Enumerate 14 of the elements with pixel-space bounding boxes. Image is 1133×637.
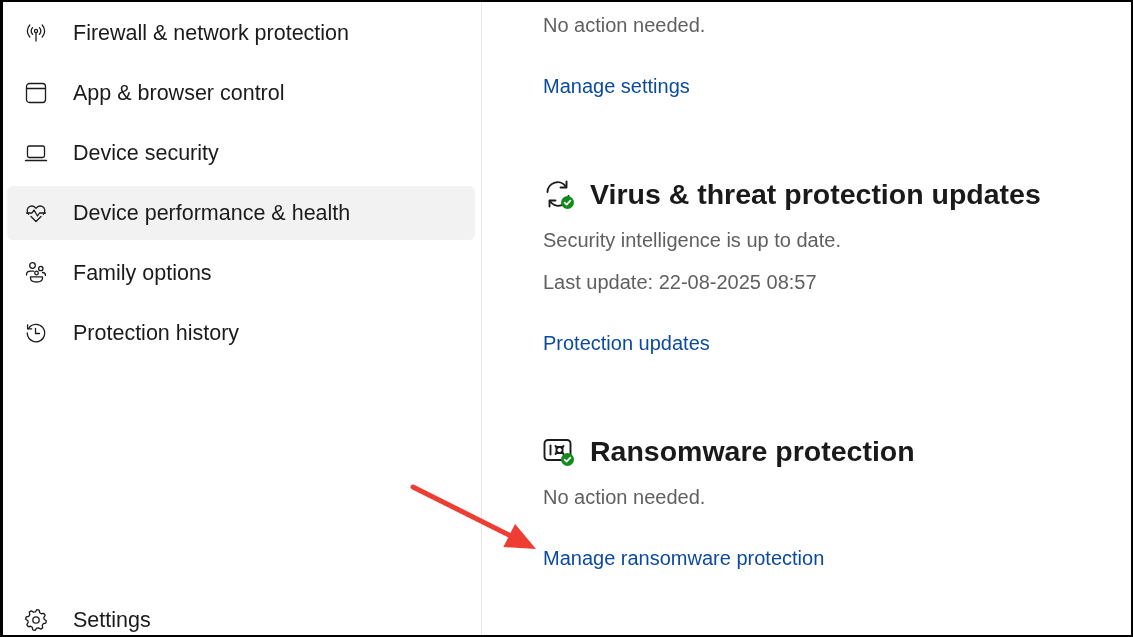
people-icon [24,261,48,285]
status-text: Last update: 22-08-2025 08:57 [543,270,817,295]
settings-icon [24,608,48,632]
status-text: No action needed. [543,485,706,510]
window-icon [24,81,48,105]
nav-item[interactable]: Device performance & health [7,186,475,240]
text-link[interactable]: Protection updates [543,330,710,356]
section-heading: Virus & threat protection updates [590,177,1041,211]
status-text: Security intelligence is up to date. [543,228,841,253]
status-text: No action needed. [543,13,706,38]
history-icon [24,321,48,345]
text-link[interactable]: Manage ransomware protection [543,545,825,571]
section-heading: Ransomware protection [590,434,915,468]
text-link[interactable]: Manage settings [543,73,690,99]
